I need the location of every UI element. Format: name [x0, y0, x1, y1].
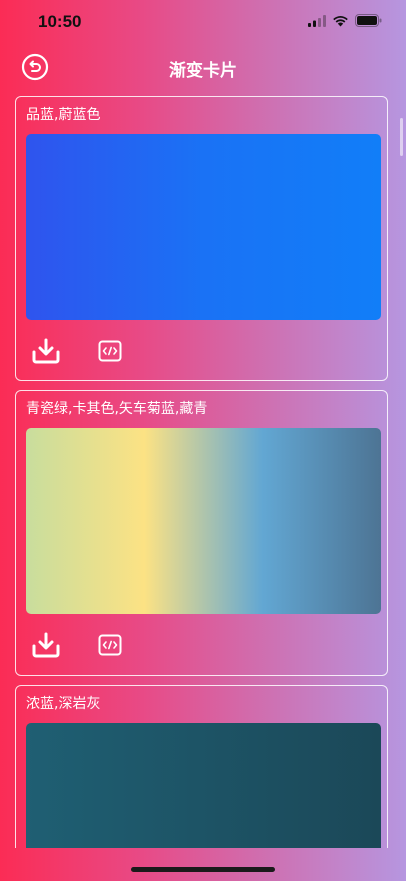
code-icon [98, 634, 122, 656]
card-title: 品蓝,蔚蓝色 [26, 107, 101, 123]
status-bar: 10:50 [0, 0, 406, 46]
download-button[interactable] [32, 337, 60, 365]
nav-bar: 渐变卡片 [0, 46, 406, 88]
gradient-card-2[interactable]: 青瓷绿,卡其色,矢车菊蓝,藏青 [15, 390, 388, 676]
code-button[interactable] [96, 337, 124, 365]
card-title: 青瓷绿,卡其色,矢车菊蓝,藏青 [26, 401, 208, 417]
gradient-cards-screen: 10:50 渐变卡片 品蓝,蔚蓝色 青瓷绿,卡其色,矢车菊蓝,藏青 浓蓝,深岩灰 [0, 0, 406, 881]
gradient-swatch[interactable] [26, 428, 381, 614]
download-icon [32, 338, 60, 364]
signal-icon [308, 14, 326, 27]
code-icon [98, 340, 122, 362]
home-indicator[interactable] [131, 867, 275, 872]
status-time: 10:50 [38, 12, 82, 31]
card-title: 浓蓝,深岩灰 [26, 696, 101, 712]
download-icon [32, 632, 60, 658]
page-title: 渐变卡片 [169, 61, 237, 81]
bottom-safe-area [0, 848, 406, 881]
status-icons [308, 14, 382, 27]
download-button[interactable] [32, 631, 60, 659]
wifi-icon [333, 15, 348, 26]
gradient-swatch[interactable] [26, 134, 381, 320]
battery-icon [355, 14, 382, 27]
scroll-indicator[interactable] [400, 118, 403, 156]
gradient-card-1[interactable]: 品蓝,蔚蓝色 [15, 96, 388, 381]
code-button[interactable] [96, 631, 124, 659]
card-actions [32, 337, 124, 365]
card-actions [32, 631, 124, 659]
